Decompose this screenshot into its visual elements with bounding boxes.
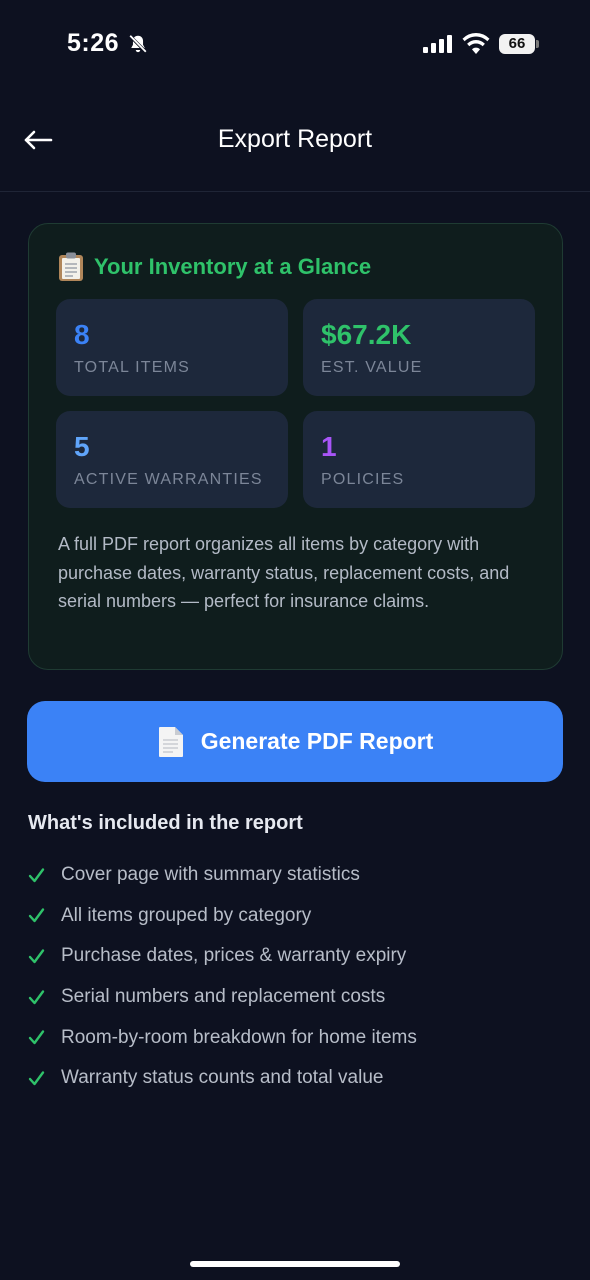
stat-policies: 1 POLICIES — [303, 411, 535, 508]
check-icon — [28, 1071, 45, 1085]
header-divider — [0, 191, 590, 192]
list-item: Warranty status counts and total value — [28, 1058, 568, 1099]
page-title: Export Report — [217, 125, 373, 153]
stat-total-items: 8 TOTAL ITEMS — [56, 299, 288, 396]
list-item-text: Cover page with summary statistics — [61, 864, 360, 886]
list-item-text: Purchase dates, prices & warranty expiry — [61, 945, 407, 967]
stat-label: POLICIES — [321, 471, 405, 488]
generate-pdf-button[interactable]: Generate PDF Report — [27, 701, 563, 782]
list-item-text: All items grouped by category — [61, 904, 312, 926]
card-title: Your Inventory at a Glance — [94, 254, 372, 279]
home-indicator[interactable] — [190, 1261, 400, 1267]
list-item: Purchase dates, prices & warranty expiry — [28, 936, 568, 977]
status-time: 5:26 — [67, 29, 120, 57]
status-bar: 5:26 66 — [0, 0, 590, 90]
stat-label: ACTIVE WARRANTIES — [74, 471, 263, 488]
generate-pdf-label: Generate PDF Report — [200, 728, 434, 754]
battery-level: 66 — [508, 35, 526, 52]
check-icon — [28, 989, 45, 1004]
stat-label: TOTAL ITEMS — [74, 359, 191, 376]
signal-icon — [423, 35, 452, 53]
stat-value: 1 — [321, 431, 337, 462]
header: Export Report — [0, 110, 590, 170]
export-report-screen: 5:26 66 Export Report Your Inventory at … — [0, 0, 590, 1280]
stat-label: EST. VALUE — [321, 359, 423, 376]
check-icon — [28, 949, 45, 964]
stat-est-value: $67.2K EST. VALUE — [303, 299, 535, 396]
list-item-text: Room-by-room breakdown for home items — [61, 1026, 417, 1048]
stat-value: 5 — [74, 431, 90, 462]
list-item: Room-by-room breakdown for home items — [28, 1017, 568, 1058]
clipboard-icon — [59, 252, 83, 281]
list-item-text: Warranty status counts and total value — [61, 1067, 384, 1089]
inventory-summary-card: Your Inventory at a Glance 8 TOTAL ITEMS… — [28, 223, 563, 670]
battery-icon: 66 — [499, 34, 539, 54]
list-item: All items grouped by category — [28, 896, 568, 937]
card-description: A full PDF report organizes all items by… — [58, 534, 510, 611]
check-icon — [28, 908, 45, 923]
check-icon — [28, 1030, 45, 1045]
wifi-icon — [462, 33, 490, 54]
document-icon — [158, 726, 183, 757]
stat-value: $67.2K — [321, 319, 412, 350]
stat-value: 8 — [74, 319, 90, 350]
included-list: Cover page with summary statistics All i… — [28, 855, 568, 1099]
included-section-title: What's included in the report — [28, 812, 303, 834]
list-item: Serial numbers and replacement costs — [28, 977, 568, 1018]
check-icon — [28, 868, 45, 882]
list-item: Cover page with summary statistics — [28, 855, 568, 896]
stat-active-warranties: 5 ACTIVE WARRANTIES — [56, 411, 288, 508]
card-heading: Your Inventory at a Glance — [58, 252, 371, 282]
bell-slash-icon — [128, 34, 148, 54]
list-item-text: Serial numbers and replacement costs — [61, 986, 386, 1008]
